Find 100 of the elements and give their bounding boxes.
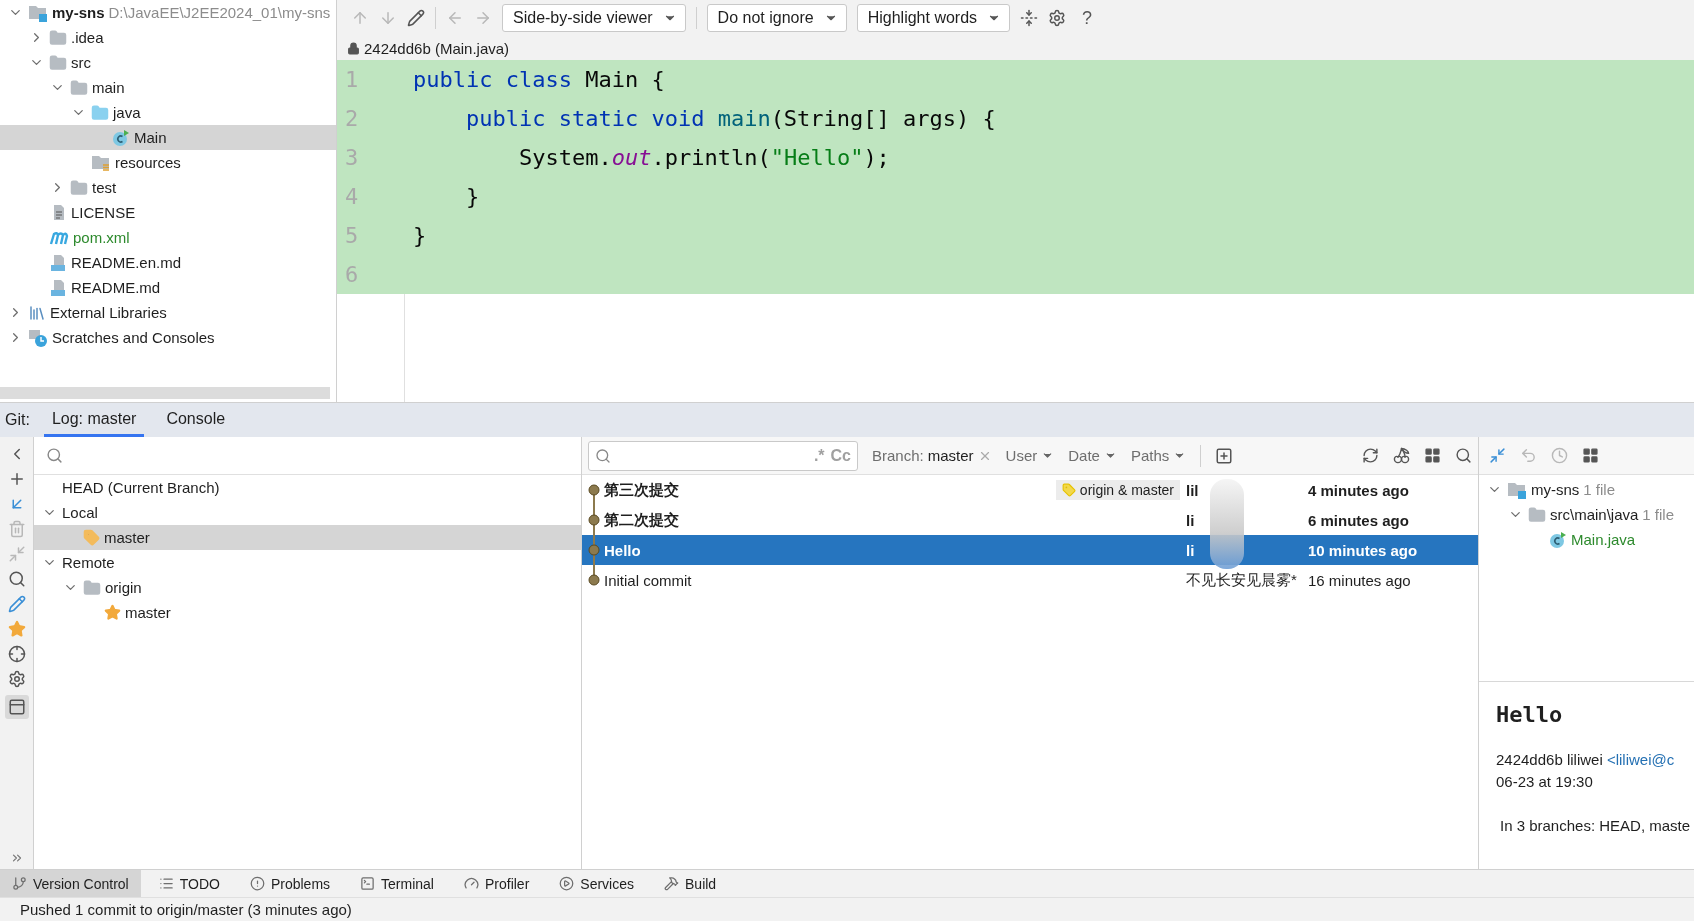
graph-node-icon <box>586 505 602 535</box>
dropdown[interactable]: Side-by-side viewer <box>502 4 686 32</box>
tool-window-button[interactable]: Services <box>547 870 646 897</box>
refresh-icon[interactable] <box>1362 447 1379 464</box>
file-name: Scratches and Consoles <box>52 329 215 346</box>
tab[interactable]: Console <box>158 403 234 437</box>
dropdown[interactable]: Do not ignore <box>706 4 847 32</box>
folder-icon <box>70 178 88 197</box>
commit-hash-author: 2424dd6b liliwei <box>1496 751 1604 768</box>
edit-icon[interactable] <box>407 9 425 27</box>
module-folder-icon <box>28 3 48 22</box>
tree-row[interactable]: Scratches and Consoles <box>0 325 336 350</box>
crosshair-icon[interactable] <box>7 645 26 663</box>
filter-menu[interactable]: Paths <box>1130 447 1187 464</box>
help-button[interactable]: ? <box>1082 7 1093 29</box>
file-name: my-sns <box>52 4 105 21</box>
file-name: pom.xml <box>73 229 130 246</box>
play-icon <box>559 876 575 891</box>
folder-icon <box>83 578 101 597</box>
file-name: my-sns <box>1531 481 1580 498</box>
commit-message: Hello <box>604 541 642 559</box>
commit-row[interactable]: 第二次提交 li 6 minutes ago <box>582 505 1478 535</box>
cherry-icon[interactable] <box>1393 447 1410 464</box>
branch-icon <box>12 876 27 891</box>
file-name: README.en.md <box>71 254 182 271</box>
commit-row[interactable]: Initial commit 不见长安见晨雾* 16 minutes ago <box>582 565 1478 595</box>
search-icon[interactable] <box>1455 447 1472 464</box>
dropdown[interactable]: Highlight words <box>856 4 1011 32</box>
tree-row[interactable]: External Libraries <box>0 300 336 325</box>
star-icon[interactable] <box>7 620 26 638</box>
search-icon[interactable] <box>7 570 26 588</box>
email-link[interactable]: <liliwei@c <box>1606 751 1675 768</box>
branch-row[interactable]: HEAD (Current Branch) <box>34 475 581 500</box>
tree-row[interactable]: resources <box>0 150 336 175</box>
tree-row[interactable]: src <box>0 50 336 75</box>
grid-icon[interactable] <box>1582 447 1599 464</box>
tree-row[interactable]: main <box>0 75 336 100</box>
changed-file-row[interactable]: Main.java <box>1479 527 1694 552</box>
tool-window-button[interactable]: Profiler <box>451 870 542 897</box>
branch-row[interactable]: master <box>34 525 581 550</box>
commit-date: 06-23 at 19:30 <box>1496 772 1594 792</box>
branch-row[interactable]: origin <box>34 575 581 600</box>
graph-node-icon <box>586 535 602 565</box>
new-tab-icon[interactable] <box>1215 446 1234 465</box>
branch-name: origin <box>105 579 142 596</box>
file-name: Main <box>134 129 167 146</box>
filter-menu[interactable]: User <box>1005 447 1055 464</box>
settings-icon[interactable] <box>7 670 26 688</box>
branch-name: HEAD (Current Branch) <box>62 479 220 496</box>
tree-row[interactable]: java <box>0 100 336 125</box>
commit-message: 第二次提交 <box>604 510 680 530</box>
scrollbar[interactable] <box>0 387 330 399</box>
pencil-icon[interactable] <box>7 595 26 613</box>
markdown-file-icon <box>49 278 67 297</box>
tool-window-button[interactable]: TODO <box>146 870 232 897</box>
line-number: 1 <box>344 67 360 92</box>
search-icon[interactable] <box>46 447 63 464</box>
collapse-icon[interactable] <box>1020 9 1039 27</box>
code-line: public static void main(String[] args) { <box>464 106 996 131</box>
tree-row[interactable]: Main <box>0 125 336 150</box>
folder-icon <box>1528 505 1546 524</box>
tree-row[interactable]: README.md <box>0 275 336 300</box>
line-number: 6 <box>344 262 360 287</box>
tree-row[interactable]: LICENSE <box>0 200 336 225</box>
layout-button[interactable] <box>4 695 29 719</box>
tool-window-button[interactable]: Build <box>652 870 729 897</box>
tool-window-button[interactable]: Version Control <box>0 870 141 897</box>
file-name: .idea <box>71 29 104 46</box>
tool-window-button[interactable]: Problems <box>237 870 343 897</box>
filter-menu[interactable]: Date <box>1068 447 1117 464</box>
commit-author: li <box>1186 511 1196 529</box>
settings-icon[interactable] <box>1048 9 1067 27</box>
commit-author: lil <box>1186 481 1200 499</box>
commit-row[interactable]: 第三次提交 origin & master lil 4 minutes ago <box>582 475 1478 505</box>
commit-row[interactable]: Hello li 10 minutes ago <box>582 535 1478 565</box>
file-count: 1 file <box>1583 481 1616 498</box>
file-title: 2424dd6b (Main.java) <box>364 39 510 57</box>
gauge-icon <box>463 876 479 891</box>
branch-row[interactable]: master <box>34 600 581 625</box>
changed-file-row[interactable]: my-sns 1 file <box>1479 477 1694 502</box>
changed-file-row[interactable]: src\main\java 1 file <box>1479 502 1694 527</box>
module-folder-icon <box>1507 480 1527 499</box>
tab[interactable]: Log: master <box>43 403 145 437</box>
branch-filter-value[interactable]: master <box>927 447 974 464</box>
tree-row[interactable]: test <box>0 175 336 200</box>
tag-icon <box>83 529 100 546</box>
tree-row[interactable]: my-sns D:\JavaEE\J2EE2024_01\my-sns <box>0 0 336 25</box>
panel-title: Git: <box>5 410 30 430</box>
branch-row[interactable]: Local <box>34 500 581 525</box>
star-icon <box>104 604 121 621</box>
tree-row[interactable]: README.en.md <box>0 250 336 275</box>
grid-icon[interactable] <box>1424 447 1441 464</box>
tree-row[interactable]: pom.xml <box>0 225 336 250</box>
line-number: 2 <box>344 106 360 131</box>
tree-row[interactable]: .idea <box>0 25 336 50</box>
branch-row[interactable]: Remote <box>34 550 581 575</box>
commit-message: 第三次提交 <box>604 480 680 500</box>
tool-window-button[interactable]: Terminal <box>348 870 446 897</box>
class-icon <box>112 128 130 147</box>
panel-icon <box>7 698 26 716</box>
